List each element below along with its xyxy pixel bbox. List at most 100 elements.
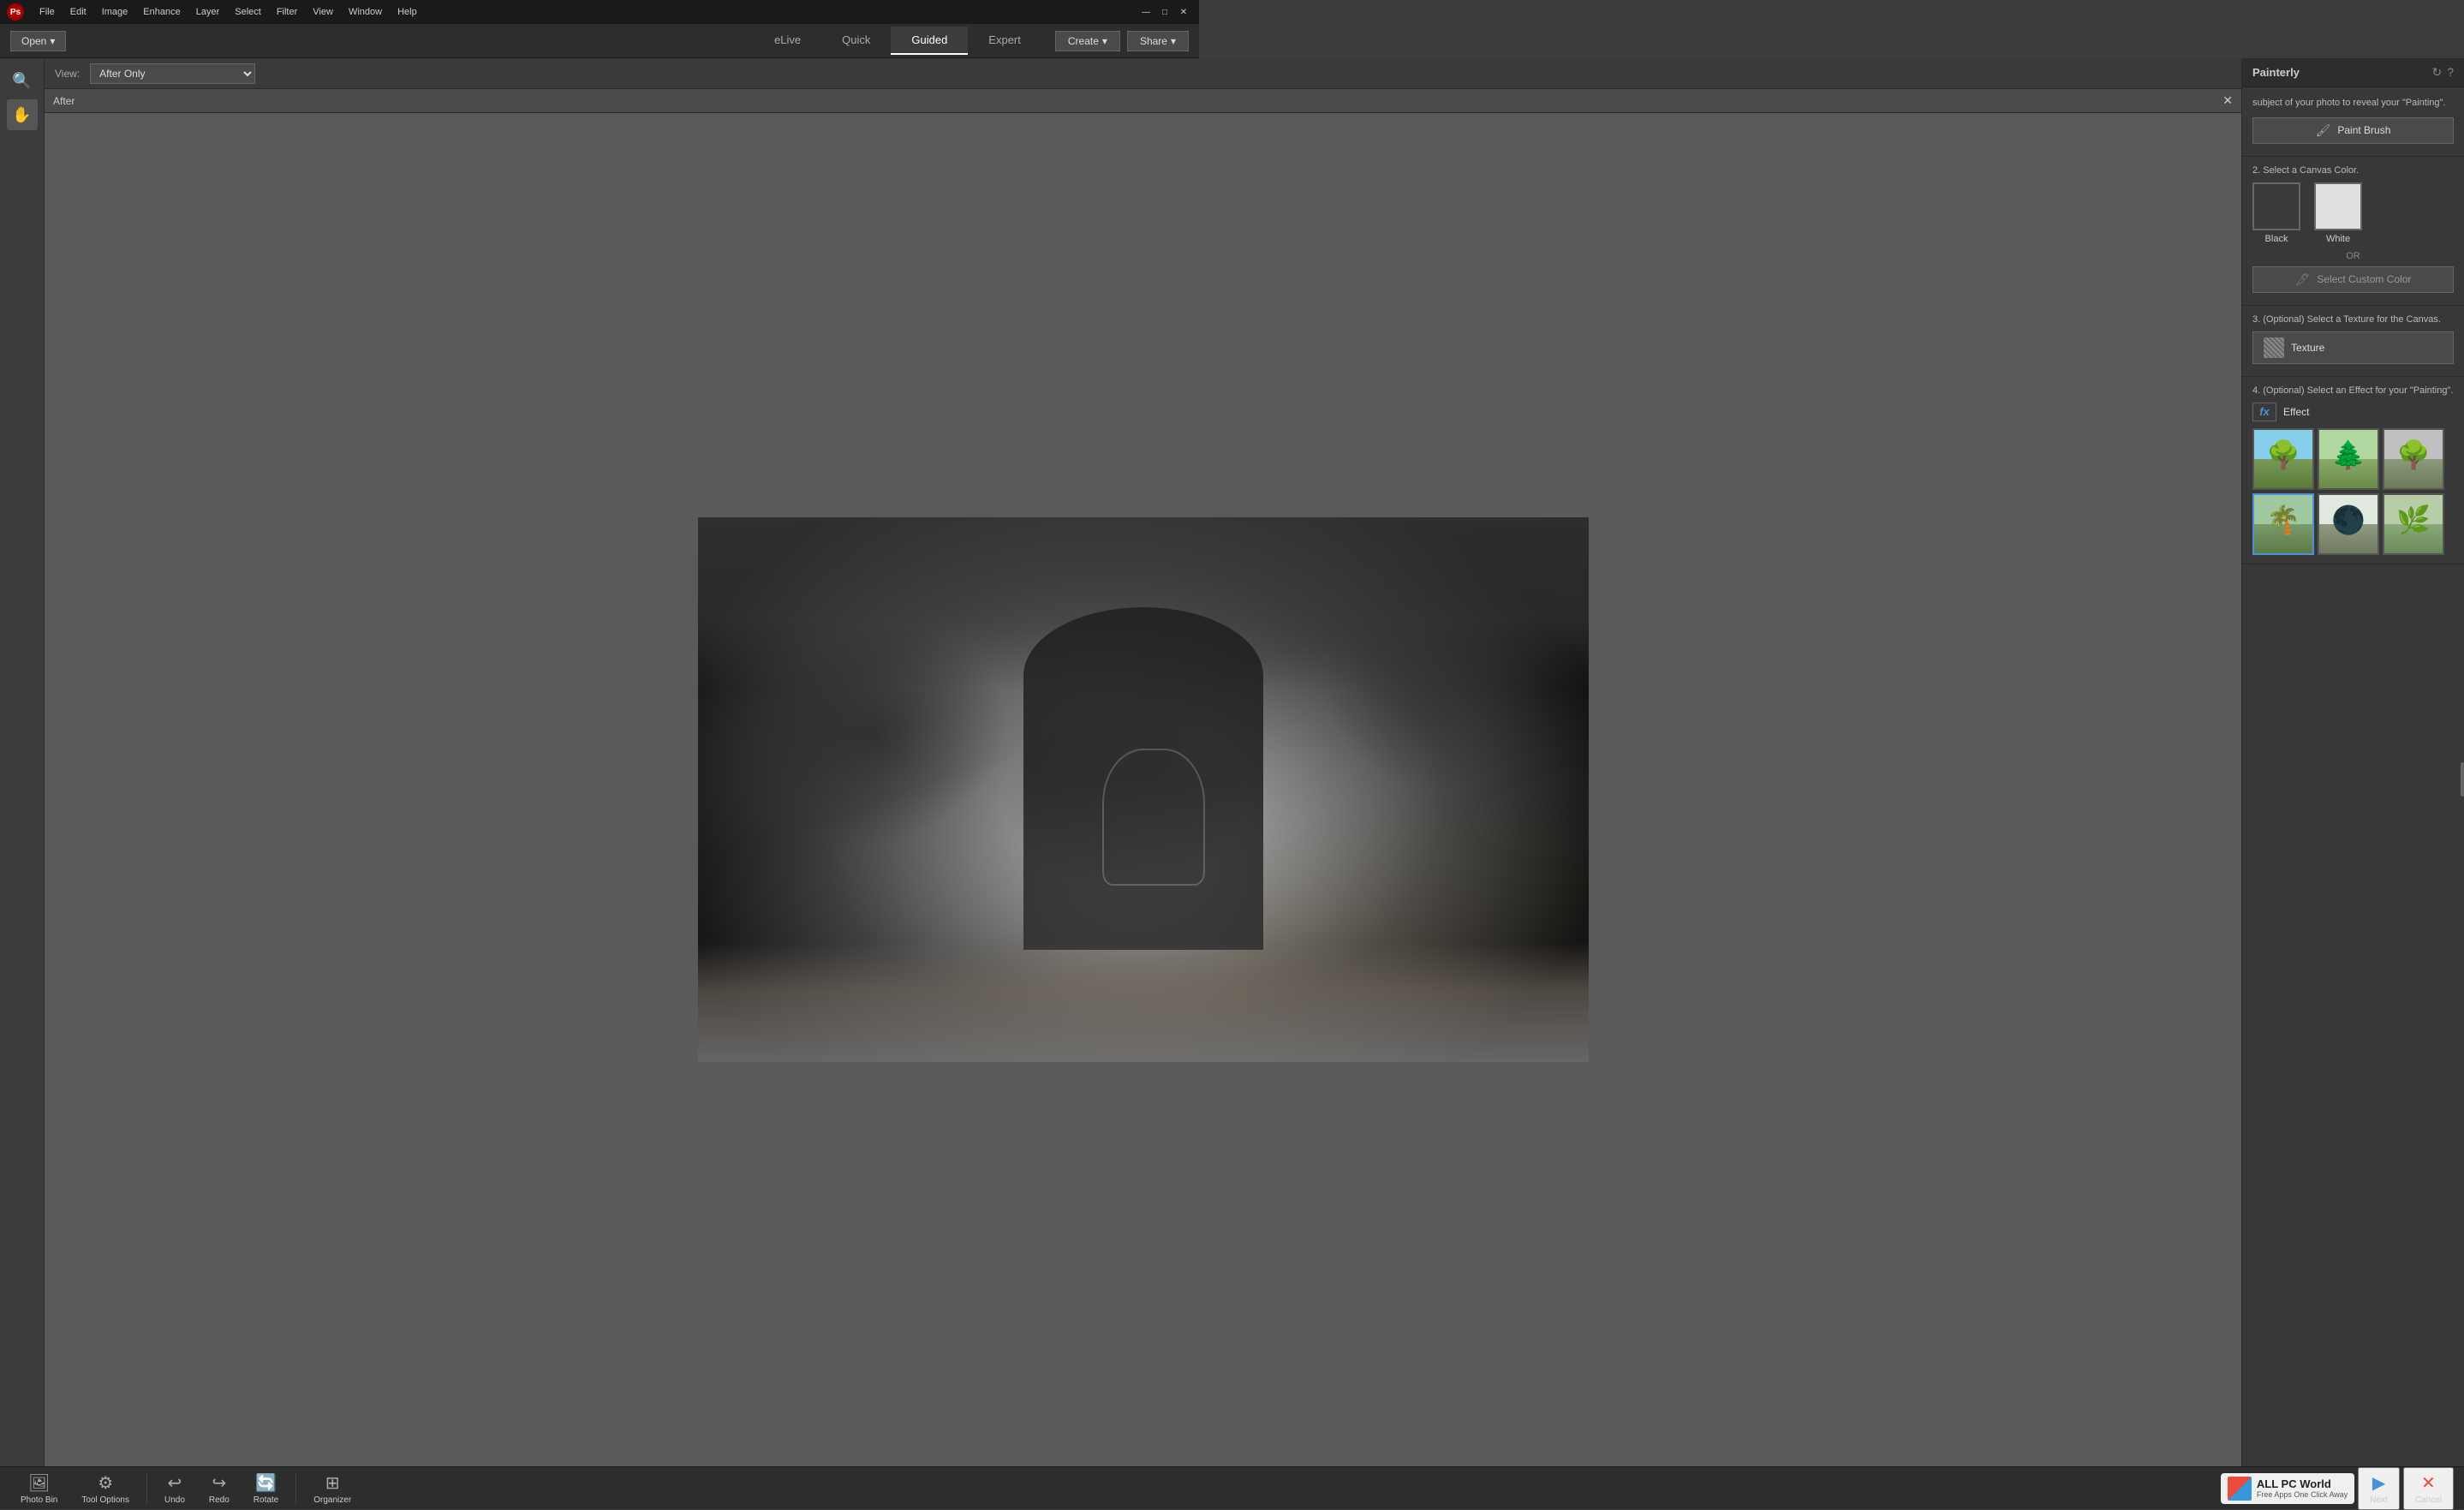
menu-enhance[interactable]: Enhance	[136, 5, 187, 19]
effect-label: Effect	[2283, 406, 2309, 418]
black-swatch-label: Black	[2265, 234, 2288, 244]
or-divider: OR	[2252, 251, 2454, 261]
custom-color-button[interactable]: 🖊 Select Custom Color	[2252, 266, 2454, 293]
share-label: Share	[1140, 35, 1167, 47]
app-icon: Ps	[7, 3, 24, 21]
menu-edit[interactable]: Edit	[63, 5, 93, 19]
tool-options-label: Tool Options	[81, 1495, 129, 1505]
cancel-button[interactable]: ✕ Cancel	[2403, 1467, 2454, 1510]
titlebar: Ps File Edit Image Enhance Layer Select …	[0, 0, 1199, 24]
hand-tool-button[interactable]: ✋	[7, 99, 38, 130]
tab-elive[interactable]: eLive	[754, 27, 821, 55]
organizer-label: Organizer	[313, 1495, 351, 1505]
effect-thumbnails: 🌳 🌲 🌳 🌴 🌑 🌿	[2252, 428, 2454, 555]
menu-help[interactable]: Help	[391, 5, 424, 19]
photo-bin-label: Photo Bin	[21, 1495, 57, 1505]
create-chevron-icon: ▾	[1102, 35, 1107, 47]
texture-label: Texture	[2291, 342, 2324, 354]
texture-icon	[2264, 337, 2284, 358]
undo-icon: ↩	[168, 1472, 182, 1494]
white-swatch-item: White	[2314, 182, 2362, 244]
allpc-name: ALL PC World	[2257, 1477, 2348, 1490]
allpc-sub: Free Apps One Click Away	[2257, 1490, 2348, 1499]
photo-background	[698, 517, 1589, 1062]
mode-tabs: eLive Quick Guided Expert	[754, 27, 1041, 55]
tab-quick[interactable]: Quick	[821, 27, 891, 55]
titlebar-left: Ps File Edit Image Enhance Layer Select …	[7, 3, 1137, 21]
panel-refresh-icon[interactable]: ↻	[2431, 65, 2442, 80]
search-tool-button[interactable]: 🔍	[7, 65, 38, 96]
right-panel: Painterly ↻ ? subject of your photo to r…	[2241, 58, 2464, 1466]
view-select[interactable]: After Only Before Only Before & After - …	[90, 63, 255, 84]
effect-thumb-2[interactable]: 🌲	[2318, 428, 2379, 490]
organizer-icon: ⊞	[325, 1472, 340, 1494]
white-swatch[interactable]	[2314, 182, 2362, 230]
menu-layer[interactable]: Layer	[189, 5, 227, 19]
white-swatch-label: White	[2326, 234, 2350, 244]
effect-thumb-1[interactable]: 🌳	[2252, 428, 2314, 490]
next-icon: ▶	[2372, 1472, 2385, 1494]
step4-label: 4. (Optional) Select an Effect for your …	[2252, 385, 2454, 396]
effect-thumb-6[interactable]: 🌿	[2383, 493, 2444, 555]
view-label: View:	[55, 68, 80, 80]
menu-file[interactable]: File	[33, 5, 62, 19]
allpc-badge: ALL PC World Free Apps One Click Away	[2221, 1473, 2354, 1504]
allpc-text: ALL PC World Free Apps One Click Away	[2257, 1477, 2348, 1499]
redo-button[interactable]: ↪ Redo	[199, 1469, 240, 1508]
undo-label: Undo	[164, 1495, 185, 1505]
allpc-logo-icon	[2228, 1477, 2252, 1501]
bottombar-right: ALL PC World Free Apps One Click Away ▶ …	[2221, 1467, 2454, 1510]
panel-step3: 3. (Optional) Select a Texture for the C…	[2242, 306, 2464, 377]
paint-brush-label: Paint Brush	[2337, 124, 2390, 136]
tool-options-icon: ⚙	[98, 1472, 113, 1494]
panel-step4: 4. (Optional) Select an Effect for your …	[2242, 377, 2464, 564]
create-button[interactable]: Create ▾	[1055, 31, 1120, 51]
black-swatch-item: Black	[2252, 182, 2300, 244]
next-button[interactable]: ▶ Next	[2358, 1467, 2400, 1510]
dropper-icon: 🖊	[2295, 272, 2311, 287]
rotate-icon: 🔄	[255, 1472, 277, 1494]
share-chevron-icon: ▾	[1171, 35, 1176, 47]
menu-select[interactable]: Select	[228, 5, 268, 19]
texture-button[interactable]: Texture	[2252, 331, 2454, 364]
photo-bin-button[interactable]: 🖼 Photo Bin	[10, 1469, 68, 1508]
menu-view[interactable]: View	[306, 5, 340, 19]
tab-guided[interactable]: Guided	[891, 27, 968, 55]
window-controls: — □ ✕	[1137, 3, 1192, 21]
open-label: Open	[21, 35, 46, 47]
minimize-button[interactable]: —	[1137, 3, 1154, 21]
undo-button[interactable]: ↩ Undo	[154, 1469, 195, 1508]
modebar: Open ▾ eLive Quick Guided Expert Create …	[0, 24, 1199, 58]
maximize-button[interactable]: □	[1156, 3, 1173, 21]
effect-thumb-4[interactable]: 🌴	[2252, 493, 2314, 555]
next-label: Next	[2370, 1495, 2388, 1505]
panel-help-icon[interactable]: ?	[2447, 65, 2454, 80]
rotate-label: Rotate	[254, 1495, 278, 1505]
viewbar: View: After Only Before Only Before & Af…	[45, 58, 2464, 89]
color-swatches: Black White	[2252, 182, 2454, 244]
paint-brush-button[interactable]: 🖌 Paint Brush	[2252, 117, 2454, 144]
canvas-close-button[interactable]: ✕	[2222, 93, 2233, 108]
panel-header: Painterly ↻ ?	[2242, 58, 2464, 87]
photo-rocks-bottom	[698, 942, 1589, 1062]
effect-header: fx Effect	[2252, 403, 2454, 421]
effect-thumb-3[interactable]: 🌳	[2383, 428, 2444, 490]
menu-bar: File Edit Image Enhance Layer Select Fil…	[33, 5, 424, 19]
menu-image[interactable]: Image	[95, 5, 135, 19]
menu-filter[interactable]: Filter	[270, 5, 304, 19]
effect-thumb-5[interactable]: 🌑	[2318, 493, 2379, 555]
tab-expert[interactable]: Expert	[968, 27, 1041, 55]
menu-window[interactable]: Window	[342, 5, 389, 19]
close-button[interactable]: ✕	[1175, 3, 1192, 21]
share-button[interactable]: Share ▾	[1127, 31, 1189, 51]
canvas-content[interactable]	[45, 113, 2241, 1466]
redo-label: Redo	[209, 1495, 230, 1505]
tool-options-button[interactable]: ⚙ Tool Options	[71, 1469, 140, 1508]
bottombar-separator-2	[295, 1473, 296, 1504]
black-swatch[interactable]	[2252, 182, 2300, 230]
photo-bin-icon: 🖼	[28, 1472, 50, 1494]
rotate-button[interactable]: 🔄 Rotate	[243, 1469, 289, 1508]
step2-label: 2. Select a Canvas Color.	[2252, 165, 2454, 176]
organizer-button[interactable]: ⊞ Organizer	[303, 1469, 361, 1508]
open-button[interactable]: Open ▾	[10, 31, 66, 51]
